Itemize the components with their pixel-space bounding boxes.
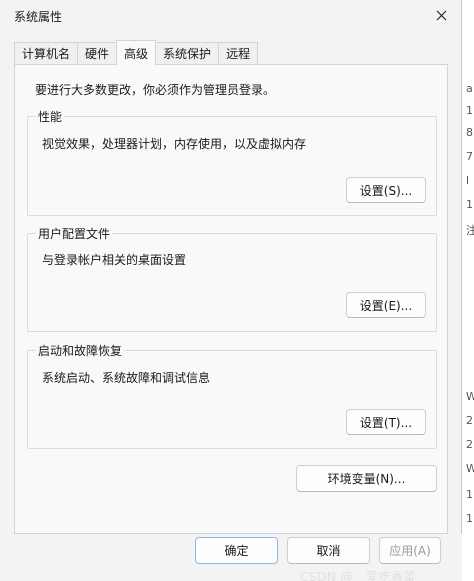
startup-recovery-description: 系统启动、系统故障和调试信息 [42,371,211,385]
environment-variables-button[interactable]: 环境变量(N)... [296,465,437,492]
edge-text: 注 [466,224,474,237]
edge-text: 2 [466,438,473,451]
edge-text: 1 [466,104,473,117]
edge-text: 1 [466,198,473,211]
edge-text: 2 [466,414,473,427]
background-window-edge: a 1 8 7 l 1 注 W 2 2 W 1 1 [463,0,474,581]
edge-text: 1 [466,512,473,525]
edge-text: W [466,390,474,403]
advanced-tab-panel: 要进行大多数更改，你必须作为管理员登录。 性能 视觉效果，处理器计划，内存使用，… [14,64,448,534]
user-profiles-description: 与登录帐户相关的桌面设置 [42,253,187,267]
edge-text: W [466,462,474,475]
startup-recovery-group: 启动和故障恢复 系统启动、系统故障和调试信息 设置(T)... [27,342,437,449]
csdn-watermark: CSDN @__爱吃香菜 [300,570,417,581]
title-bar[interactable]: 系统属性 [0,0,462,34]
system-properties-dialog: 系统属性 计算机名 硬件 高级 系统保护 远程 要进行大多数更改，你必须作为管理… [0,0,462,581]
tab-remote[interactable]: 远程 [218,42,259,64]
tab-advanced[interactable]: 高级 [116,40,157,65]
window-title: 系统属性 [14,10,63,24]
performance-settings-button[interactable]: 设置(S)... [346,177,426,203]
tab-strip: 计算机名 硬件 高级 系统保护 远程 [14,40,259,65]
edge-text: l [466,174,470,187]
user-profiles-group-title: 用户配置文件 [36,225,113,242]
user-profiles-settings-button[interactable]: 设置(E)... [346,292,426,318]
startup-recovery-settings-button[interactable]: 设置(T)... [346,409,426,435]
user-profiles-group: 用户配置文件 与登录帐户相关的桌面设置 设置(E)... [27,225,437,332]
edge-text: 8 [466,126,473,139]
close-button[interactable] [424,0,458,30]
close-icon [436,10,446,20]
apply-button[interactable]: 应用(A) [379,537,441,564]
startup-recovery-group-title: 启动和故障恢复 [36,342,125,359]
performance-description: 视觉效果，处理器计划，内存使用，以及虚拟内存 [42,137,307,151]
cancel-button[interactable]: 取消 [287,537,370,564]
edge-text: 7 [466,150,473,163]
ok-button[interactable]: 确定 [195,537,278,564]
performance-group-title: 性能 [36,108,65,125]
tab-computer-name[interactable]: 计算机名 [14,42,79,64]
admin-note: 要进行大多数更改，你必须作为管理员登录。 [35,83,276,97]
tab-system-protection[interactable]: 系统保护 [155,42,220,64]
edge-text: a [466,82,473,95]
tab-hardware[interactable]: 硬件 [77,42,118,64]
performance-group: 性能 视觉效果，处理器计划，内存使用，以及虚拟内存 设置(S)... [27,108,437,216]
edge-text: 1 [466,488,473,501]
